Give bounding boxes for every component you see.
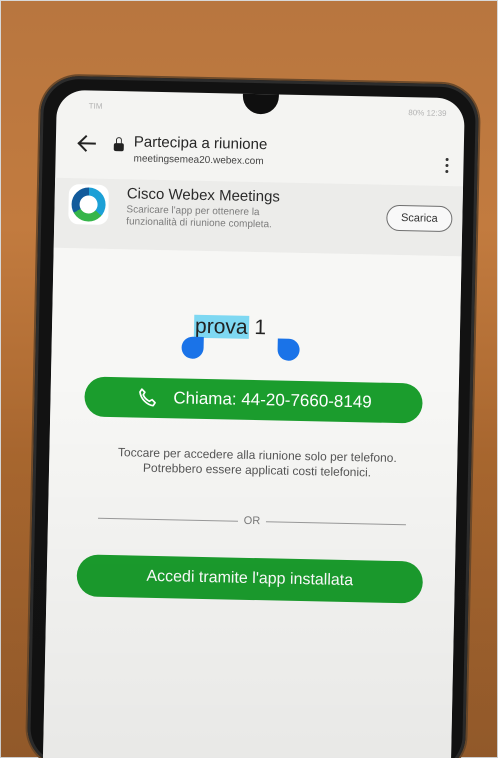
divider-text: OR bbox=[243, 514, 261, 528]
meeting-name: prova 1 bbox=[193, 314, 267, 341]
call-note: Toccare per accedere alla riunione solo … bbox=[69, 444, 446, 482]
call-button-label: Chiama: 44-20-7660-8149 bbox=[173, 388, 372, 412]
webex-logo-icon bbox=[68, 184, 109, 225]
meeting-name-selected[interactable]: prova bbox=[193, 314, 249, 339]
divider-line-left bbox=[98, 517, 238, 522]
phone-screen: TIM 80% 12:39 Partecipa a riunione meeti… bbox=[42, 89, 465, 758]
download-button[interactable]: Scarica bbox=[386, 204, 453, 233]
app-top-bar: Partecipa a riunione meetingsemea20.webe… bbox=[55, 122, 464, 187]
phone-device: TIM 80% 12:39 Partecipa a riunione meeti… bbox=[26, 75, 480, 758]
divider-line-right bbox=[266, 520, 406, 525]
join-content: prova 1 Chiama: 44-20-7660-8149 Toccare … bbox=[42, 247, 462, 758]
open-installed-app-button[interactable]: Accedi tramite l'app installata bbox=[76, 554, 424, 604]
meeting-name-rest: 1 bbox=[248, 315, 267, 340]
status-left: TIM bbox=[88, 100, 103, 111]
or-divider: OR bbox=[98, 511, 406, 531]
more-vert-icon[interactable] bbox=[441, 157, 451, 174]
title-block: Partecipa a riunione meetingsemea20.webe… bbox=[133, 133, 442, 170]
app-banner: Cisco Webex Meetings Scaricare l'app per… bbox=[53, 177, 464, 257]
selection-end-handle[interactable] bbox=[277, 338, 300, 361]
call-button[interactable]: Chiama: 44-20-7660-8149 bbox=[84, 376, 423, 424]
status-right: 80% 12:39 bbox=[408, 107, 447, 118]
phone-icon bbox=[138, 388, 156, 407]
banner-text: Cisco Webex Meetings Scaricare l'app per… bbox=[126, 185, 387, 233]
selection-start-handle[interactable] bbox=[181, 336, 204, 359]
back-arrow-icon[interactable] bbox=[78, 132, 100, 154]
banner-description: Scaricare l'app per ottenere la funziona… bbox=[126, 204, 272, 231]
lock-icon bbox=[113, 143, 124, 152]
photo-background: TIM 80% 12:39 Partecipa a riunione meeti… bbox=[0, 0, 498, 758]
